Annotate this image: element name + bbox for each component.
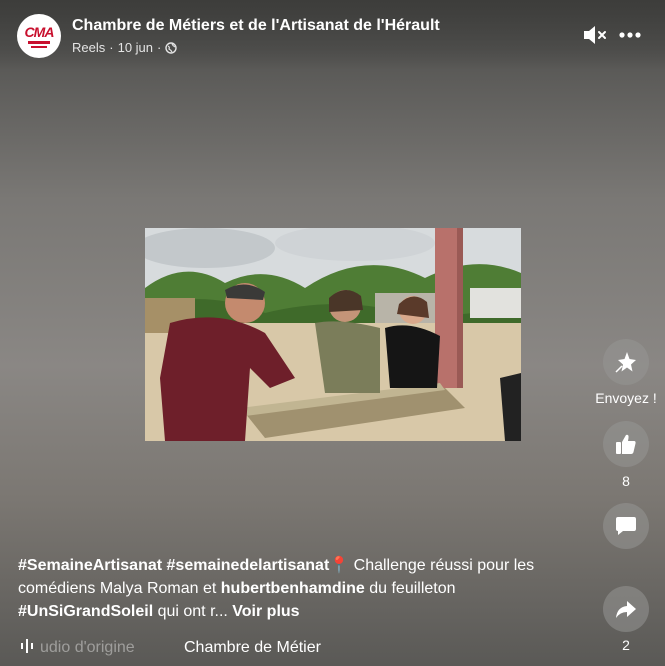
avatar-logo-bar xyxy=(28,40,50,44)
avatar-logo-text: CMA xyxy=(24,23,55,40)
pin-emoji: 📍 xyxy=(329,557,350,574)
post-date-link[interactable]: 10 jun xyxy=(118,40,153,55)
reel-frame: CMA Chambre de Métiers et de l'Artisanat… xyxy=(0,0,665,666)
globe-icon xyxy=(165,41,178,54)
caption-text: du feuilleton xyxy=(364,580,456,597)
like-button[interactable] xyxy=(603,421,649,467)
meta-separator: · xyxy=(157,40,162,55)
hashtag-link[interactable]: #UnSiGrandSoleil xyxy=(18,603,153,620)
see-more-link[interactable]: Voir plus xyxy=(232,603,299,620)
comment-icon xyxy=(616,517,636,535)
video-player[interactable] xyxy=(145,228,521,441)
speaker-muted-icon[interactable] xyxy=(580,22,608,48)
share-arrow-icon xyxy=(616,601,636,618)
caption-text: qui ont r... xyxy=(153,603,233,620)
send-button[interactable] xyxy=(603,339,649,385)
video-frame xyxy=(145,228,521,441)
avatar[interactable]: CMA xyxy=(17,14,61,58)
thumbs-up-icon xyxy=(616,434,636,454)
more-icon[interactable] xyxy=(617,24,643,46)
share-button[interactable] xyxy=(603,586,649,632)
audio-label[interactable]: udio d'origine xyxy=(40,639,135,657)
comment-button[interactable] xyxy=(603,503,649,549)
mention-link[interactable]: hubertbenhamdine xyxy=(221,580,365,597)
reel-header: CMA Chambre de Métiers et de l'Artisanat… xyxy=(0,0,665,70)
meta-separator: · xyxy=(109,40,114,55)
avatar-logo-bar xyxy=(31,45,47,48)
sparkle-send-icon xyxy=(615,352,636,373)
post-meta: Reels · 10 jun · xyxy=(72,40,178,55)
hashtag-link[interactable]: #SemaineArtisanat xyxy=(18,557,162,574)
audio-author[interactable]: Chambre de Métier xyxy=(184,639,321,657)
audio-wave-icon xyxy=(21,639,33,653)
audio-bar: udio d'origine Chambre de Métier xyxy=(0,628,665,666)
send-label: Envoyez ! xyxy=(595,390,657,406)
post-type-link[interactable]: Reels xyxy=(72,40,105,55)
post-caption: #SemaineArtisanat #semainedelartisanat📍 … xyxy=(18,554,578,623)
like-count: 8 xyxy=(622,473,630,489)
hashtag-link[interactable]: #semainedelartisanat xyxy=(167,557,330,574)
page-name-link[interactable]: Chambre de Métiers et de l'Artisanat de … xyxy=(72,17,440,35)
